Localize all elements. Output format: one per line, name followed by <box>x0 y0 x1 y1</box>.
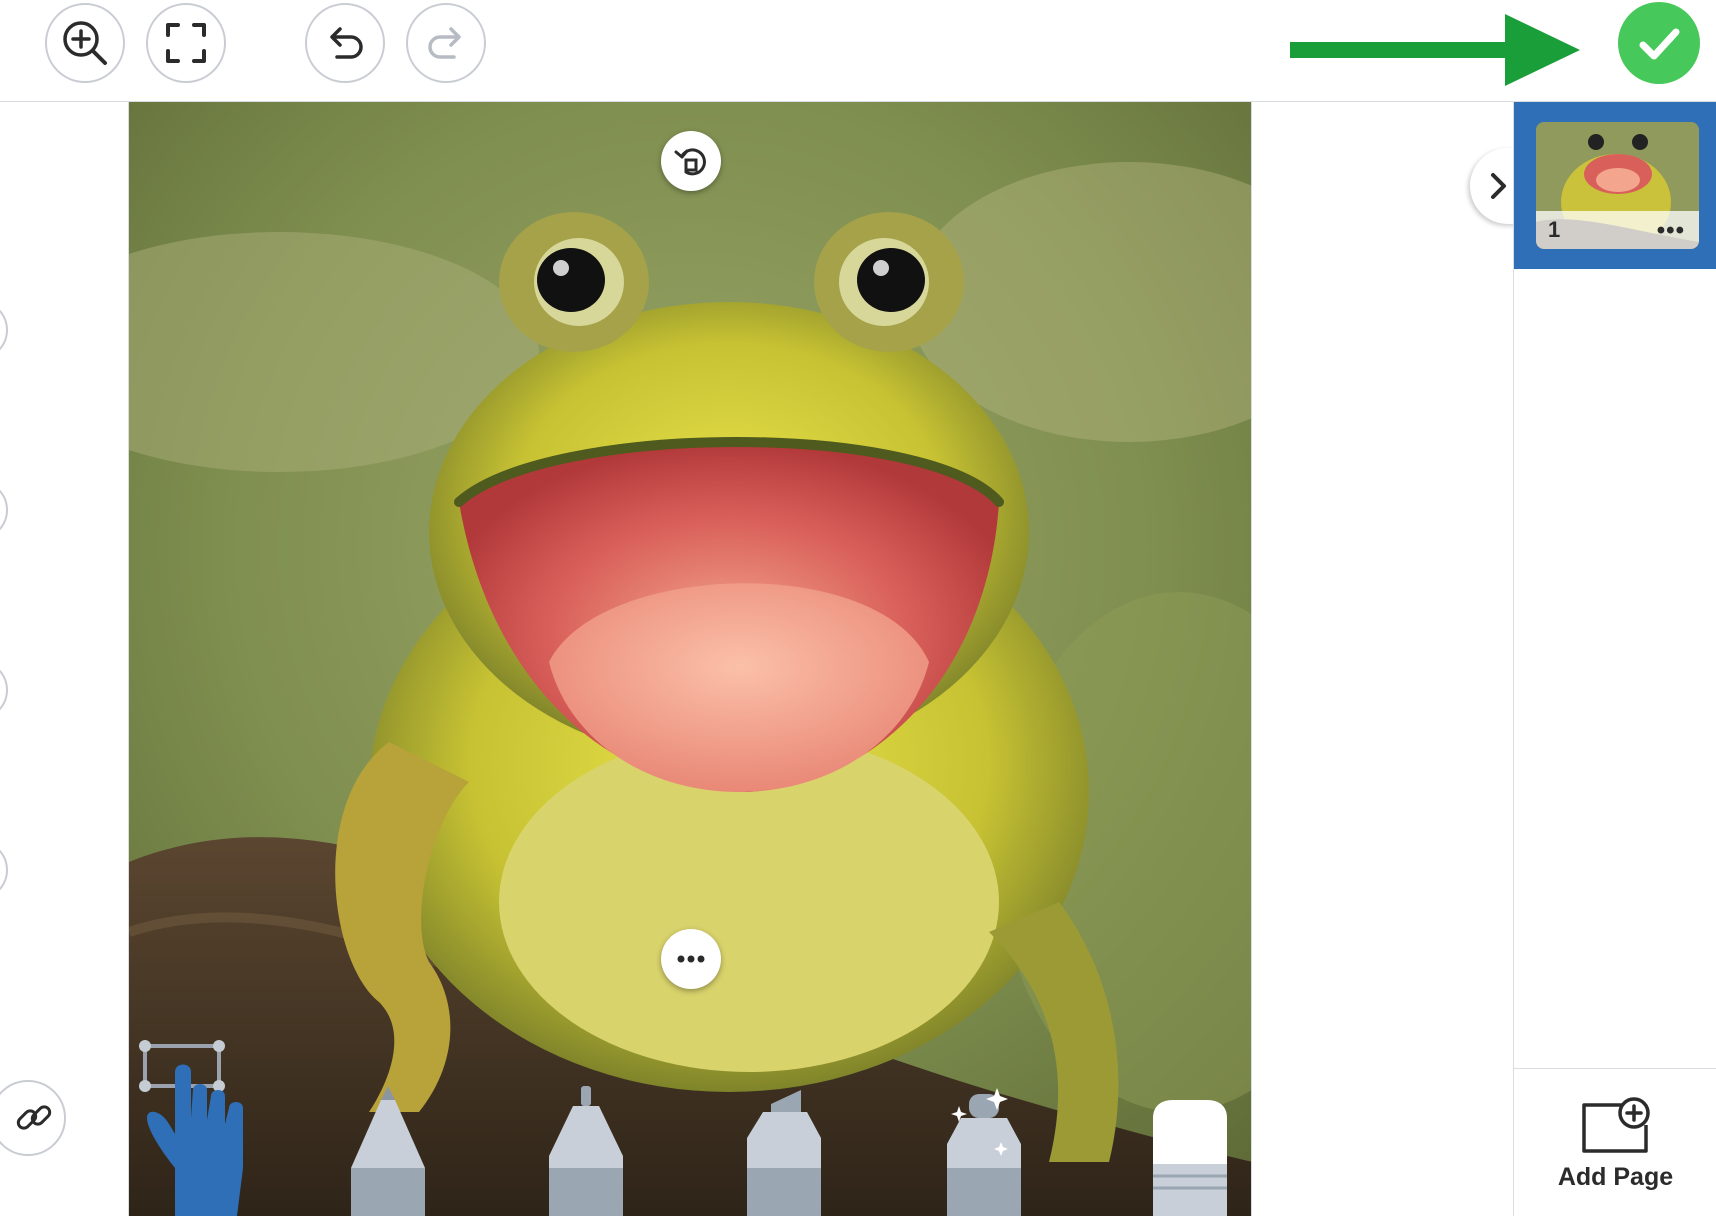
chevron-right-icon <box>1491 173 1506 199</box>
rotate-icon <box>674 148 706 176</box>
side-tool-button[interactable] <box>0 480 8 540</box>
pen-icon <box>549 1086 623 1216</box>
done-button[interactable] <box>1618 2 1700 84</box>
page-thumbnail-footer: 1 ••• <box>1536 211 1699 249</box>
more-icon <box>677 955 705 963</box>
undo-button[interactable] <box>305 3 385 83</box>
pencil-icon <box>351 1086 425 1216</box>
glitter-pen-icon <box>947 1088 1021 1216</box>
glitter-pen-tool[interactable] <box>947 1086 1021 1216</box>
page-number: 1 <box>1548 217 1561 242</box>
zoom-in-icon <box>63 21 107 65</box>
more-options-button[interactable] <box>661 929 721 989</box>
link-button[interactable] <box>0 1080 66 1156</box>
frog-photo <box>129 102 1251 1216</box>
pen-tool[interactable] <box>549 1086 623 1216</box>
side-tool-button[interactable] <box>0 300 8 360</box>
marker-tool[interactable] <box>747 1086 821 1216</box>
fullscreen-icon <box>166 23 206 63</box>
add-page-label: Add Page <box>1557 1163 1674 1191</box>
page-thumbnail[interactable]: 1 ••• <box>1536 122 1699 249</box>
page-menu-button[interactable]: ••• <box>1657 217 1685 245</box>
zoom-button[interactable] <box>45 3 125 83</box>
page-item-selected[interactable]: 1 ••• <box>1514 102 1716 269</box>
select-hand-icon <box>139 1040 243 1216</box>
side-tool-button[interactable] <box>0 660 8 720</box>
check-icon <box>1639 28 1680 60</box>
page-panel: 1 ••• Add Page <box>1513 102 1716 1216</box>
add-page-button[interactable]: Add Page <box>1514 1068 1716 1216</box>
select-hand-tool[interactable] <box>139 1038 249 1216</box>
marker-icon <box>747 1090 821 1216</box>
top-toolbar <box>0 0 1716 102</box>
eraser-tool[interactable] <box>1153 1100 1227 1216</box>
drawing-tools-tray <box>129 1040 1251 1216</box>
rotate-button[interactable] <box>661 131 721 191</box>
pencil-tool[interactable] <box>351 1086 425 1216</box>
link-icon <box>16 1105 52 1130</box>
undo-icon <box>330 27 363 59</box>
eraser-icon <box>1153 1100 1227 1216</box>
redo-icon <box>428 27 461 59</box>
fullscreen-button[interactable] <box>146 3 226 83</box>
add-page-icon <box>1582 1097 1650 1153</box>
side-tool-button[interactable] <box>0 840 8 900</box>
arrow-right-icon <box>1290 14 1580 86</box>
drawing-canvas[interactable] <box>128 102 1252 1216</box>
redo-button[interactable] <box>406 3 486 83</box>
